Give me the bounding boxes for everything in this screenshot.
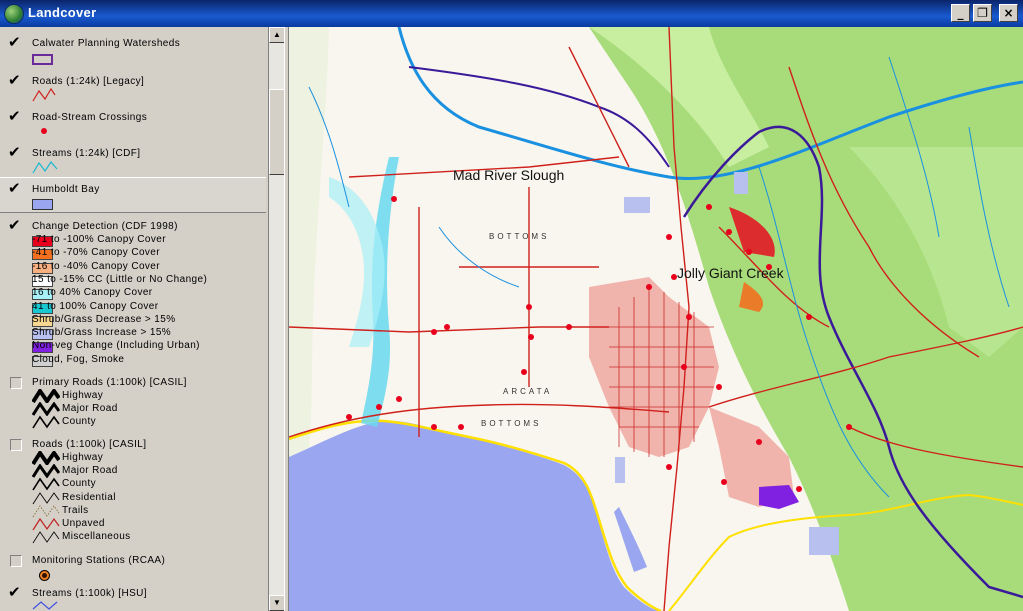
highway-road-symbol [32,451,60,465]
map-label-arcata: ARCATA [503,387,553,396]
primary-road-class-label: Major Road [62,403,118,414]
change-class-row: -16 to -40% Canopy Cover [0,261,266,274]
map-label-jolly-giant-creek: Jolly Giant Creek [677,265,784,281]
county-road-symbol [32,415,60,429]
layer-visibility-checkbox[interactable] [10,555,22,567]
major road-road-symbol [32,464,60,479]
legend-panel: ✔ Calwater Planning Watersheds ✔ Roads (… [0,27,268,611]
bay-fill-symbol [32,199,53,210]
road-100k-class-label: County [62,478,97,490]
change-class-row: 15 to -15% CC (Little or No Change) [0,274,266,287]
map-label-bottoms-upper: BOTTOMS [489,232,550,241]
road-100k-class-label: Miscellaneous [62,531,131,543]
road-line-symbol [32,87,56,102]
layer-name[interactable]: Monitoring Stations (RCAA) [32,555,165,566]
change-class-row: 41 to 100% Canopy Cover [0,301,266,314]
layer-name[interactable]: Roads (1:100k) [CASIL] [32,439,146,450]
primary-road-class-label: Highway [62,390,104,401]
change-class-label: Non-veg Change (Including Urban) [32,340,200,352]
road-100k-class-label: Highway [62,452,104,463]
layer-name[interactable]: Streams (1:100k) [HSU] [32,588,147,599]
layer-name[interactable]: Road-Stream Crossings [32,112,147,123]
road-100k-class-row: Miscellaneous [0,531,266,544]
scroll-thumb[interactable] [269,89,285,175]
change-class-row: Shrub/Grass Increase > 15% [0,327,266,341]
change-class-row: 16 to 40% Canopy Cover [0,287,266,301]
road-100k-class-label: Trails [62,504,89,516]
road-100k-class-row: Highway [0,451,266,465]
change-class-label: Shrub/Grass Decrease > 15% [32,313,176,325]
primary-road-class-label: County [62,416,97,427]
major road-road-symbol [32,402,60,416]
minimize-button[interactable]: _ [951,4,970,22]
change-class-label: -41 to -70% Canopy Cover [32,247,160,259]
layer-visibility-checkbox[interactable]: ✔ [8,145,21,160]
layer-visibility-checkbox[interactable]: ✔ [8,218,21,233]
road-100k-class-label: Unpaved [62,518,105,529]
scroll-down-button[interactable]: ▼ [269,595,285,611]
layer-name[interactable]: Humboldt Bay [32,184,100,195]
change-class-row: Cloud, Fog, Smoke [0,354,266,367]
window-title: Landcover [28,5,97,20]
scroll-up-button[interactable]: ▲ [269,27,285,43]
layer-name[interactable]: Roads (1:24k) [Legacy] [32,76,144,87]
county-road-symbol [32,477,60,491]
restore-button[interactable]: ❐ [973,4,992,22]
change-class-row: Shrub/Grass Decrease > 15% [0,314,266,327]
change-class-label: 15 to -15% CC (Little or No Change) [32,273,208,285]
crossing-point-symbol [41,128,47,134]
stream-line-symbol [32,161,58,174]
miscellaneous-road-symbol [32,531,60,544]
change-class-label: Shrub/Grass Increase > 15% [32,327,172,339]
change-class-label: Cloud, Fog, Smoke [32,353,125,365]
layer-name[interactable]: Calwater Planning Watersheds [32,38,180,49]
layer-name[interactable]: Change Detection (CDF 1998) [32,221,178,232]
road-100k-class-label: Residential [62,491,116,503]
layer-visibility-checkbox[interactable]: ✔ [8,73,21,88]
layer-visibility-checkbox[interactable] [10,377,22,389]
change-class-row: -41 to -70% Canopy Cover [0,247,266,261]
change-class-label: -71 to -100% Canopy Cover [32,234,166,245]
change-class-label: 41 to 100% Canopy Cover [32,300,159,312]
layer-visibility-checkbox[interactable] [10,439,22,451]
layer-visibility-checkbox[interactable]: ✔ [8,181,21,196]
watershed-symbol [32,54,53,65]
road-100k-class-row: Unpaved [0,517,266,531]
road-100k-class-label: Major Road [62,465,118,477]
unpaved-road-symbol [32,517,60,531]
layer-visibility-checkbox[interactable]: ✔ [8,35,21,50]
stream-100k-symbol [32,601,58,610]
residential-road-symbol [32,491,60,504]
change-class-label: 16 to 40% Canopy Cover [32,287,153,299]
trails-road-symbol [32,505,60,518]
map-label-mad-river-slough: Mad River Slough [453,167,565,183]
layer-name[interactable]: Primary Roads (1:100k) [CASIL] [32,377,187,388]
change-class-row: Non-veg Change (Including Urban) [0,340,266,354]
station-symbol [39,570,50,581]
legend-scrollbar[interactable]: ▲ ▼ [268,27,285,611]
layer-visibility-checkbox[interactable]: ✔ [8,109,21,124]
window-titlebar: Landcover _ ❐ × [0,0,1023,27]
globe-icon [4,4,24,24]
road-100k-class-row: Major Road [0,464,266,479]
map-view[interactable]: Mad River Slough Jolly Giant Creek BOTTO… [289,27,1023,611]
primary-road-class-row: County [0,415,266,429]
layer-visibility-checkbox[interactable]: ✔ [8,585,21,600]
road-100k-class-row: Trails [0,505,266,518]
road-100k-class-row: County [0,477,266,491]
highway-road-symbol [32,389,60,403]
map-label-bottoms-lower: BOTTOMS [481,419,542,428]
close-button[interactable]: × [999,4,1018,22]
layer-name[interactable]: Streams (1:24k) [CDF] [32,148,140,159]
change-class-label: -16 to -40% Canopy Cover [32,260,160,272]
change-class-row: -71 to -100% Canopy Cover [0,234,266,247]
map-canvas [289,27,1023,611]
road-100k-class-row: Residential [0,492,266,505]
